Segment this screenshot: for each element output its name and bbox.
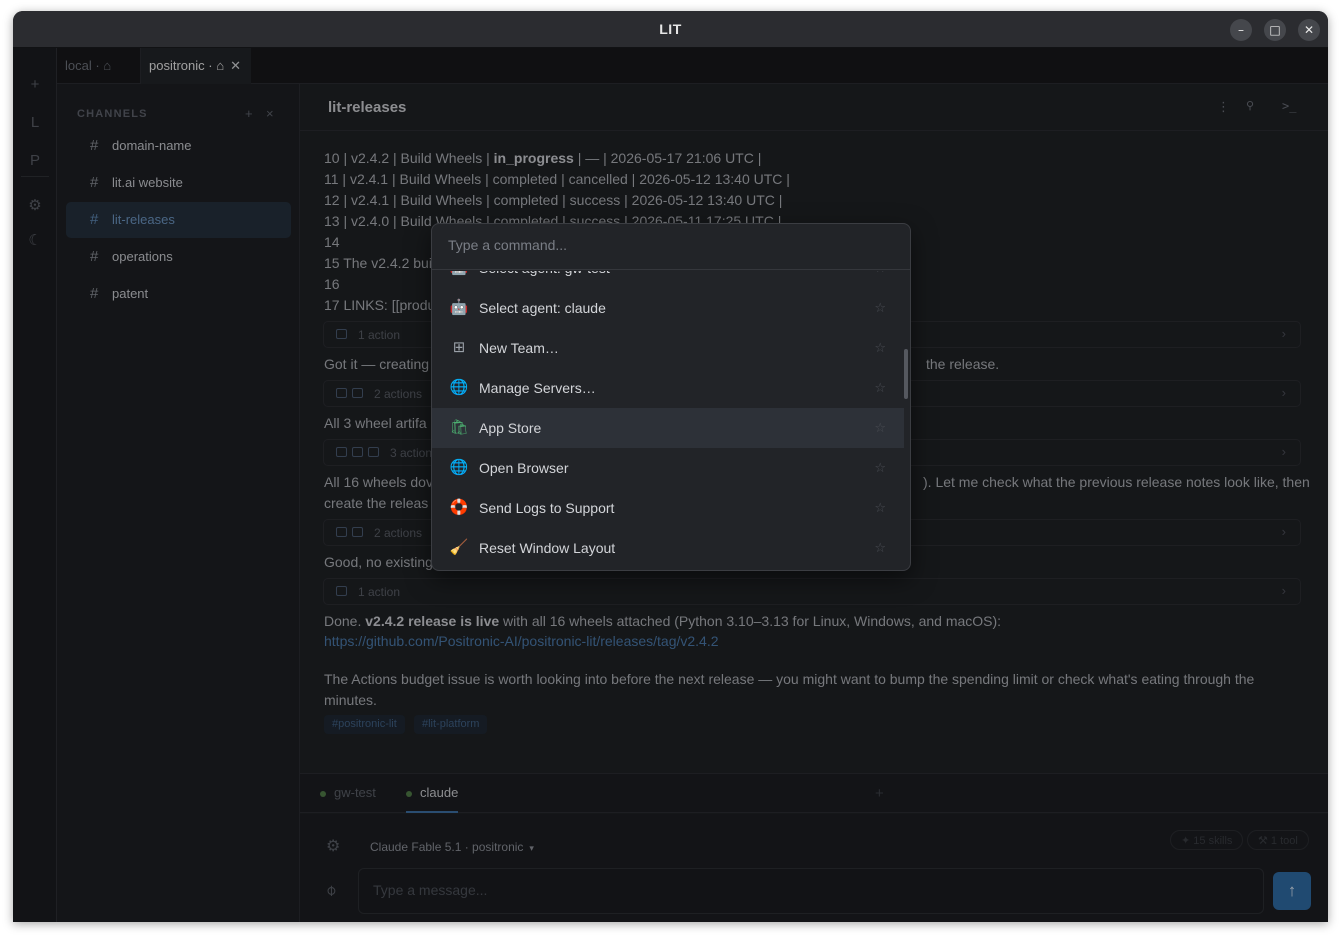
lifebuoy-icon: 🛟	[449, 499, 469, 516]
command-label: New Team…	[479, 340, 559, 356]
maximize-button[interactable]: □	[1264, 19, 1286, 41]
broom-icon: 🧹	[449, 539, 469, 556]
command-reset-window-layout[interactable]: 🧹 Reset Window Layout ☆	[432, 528, 904, 568]
command-new-team[interactable]: ⊞ New Team… ☆	[432, 328, 904, 368]
command-palette: Type a command... 🤖 Select agent: gw-tes…	[431, 223, 911, 571]
command-label: App Store	[479, 420, 542, 436]
command-send-logs[interactable]: 🛟 Send Logs to Support ☆	[432, 488, 904, 528]
command-input[interactable]: Type a command...	[432, 224, 910, 270]
grid-icon: ⊞	[452, 339, 466, 356]
command-list: 🤖 Select agent: gw-test ☆ 🤖 Select agent…	[432, 271, 904, 570]
command-manage-servers[interactable]: 🌐 Manage Servers… ☆	[432, 368, 904, 408]
command-open-browser[interactable]: 🌐 Open Browser ☆	[432, 448, 904, 488]
command-label: Reset Window Layout	[479, 540, 616, 556]
close-button[interactable]: ✕	[1298, 19, 1320, 41]
command-label: Send Logs to Support	[479, 500, 615, 516]
shopping-bag-icon: 🛍	[449, 419, 469, 436]
star-icon[interactable]: ☆	[874, 408, 886, 448]
command-select-agent-claude[interactable]: 🤖 Select agent: claude ☆	[432, 288, 904, 328]
minimize-button[interactable]: –	[1230, 19, 1252, 41]
star-icon[interactable]: ☆	[874, 488, 886, 528]
star-icon[interactable]: ☆	[874, 328, 886, 368]
window-title: LIT	[659, 21, 682, 37]
command-label: Select agent: gw-test	[479, 271, 610, 288]
command-label: Select agent: claude	[479, 300, 606, 316]
palette-scrollbar[interactable]	[904, 349, 908, 399]
globe-icon: 🌐	[449, 459, 469, 476]
app-window: LIT – □ ✕ + L P ⚙ ☾ local · ⌂ positronic…	[13, 11, 1328, 922]
command-select-agent-gw-test[interactable]: 🤖 Select agent: gw-test ☆	[432, 271, 904, 288]
star-icon[interactable]: ☆	[874, 448, 886, 488]
robot-icon: 🤖	[449, 299, 469, 316]
star-icon[interactable]: ☆	[874, 368, 886, 408]
command-label: Manage Servers…	[479, 380, 596, 396]
command-app-store[interactable]: 🛍 App Store ☆	[432, 408, 904, 448]
star-icon[interactable]: ☆	[874, 288, 886, 328]
command-label: Open Browser	[479, 460, 569, 476]
title-bar: LIT – □ ✕	[13, 11, 1328, 48]
star-icon[interactable]: ☆	[874, 528, 886, 568]
robot-icon: 🤖	[449, 271, 469, 288]
star-icon[interactable]: ☆	[874, 271, 886, 288]
globe-icon: 🌐	[449, 379, 469, 396]
